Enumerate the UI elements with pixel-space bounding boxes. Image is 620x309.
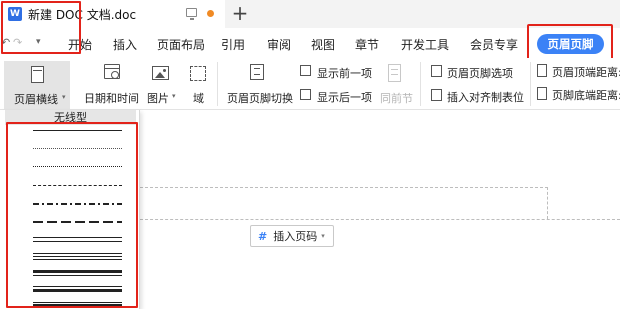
monitor-icon[interactable]: [186, 8, 197, 20]
chevron-down-icon: ▾: [321, 232, 325, 240]
insert-align-tab-label: 插入对齐制表位: [447, 91, 524, 104]
tab-review[interactable]: 审阅: [267, 36, 291, 53]
insert-page-number-label: 插入页码: [273, 230, 318, 243]
header-footer-options-label: 页眉页脚选项: [447, 67, 513, 80]
header-area-border: [140, 187, 548, 188]
tab-insert[interactable]: 插入: [113, 36, 137, 53]
ribbon-divider: [420, 62, 421, 106]
tab-references[interactable]: 引用: [221, 36, 245, 53]
unsaved-indicator: [207, 10, 214, 17]
header-rule-button[interactable]: 页眉横线 ▾: [4, 61, 70, 109]
header-area-border: [140, 219, 620, 220]
same-as-previous-icon: [388, 64, 401, 82]
insert-page-number-button[interactable]: # 插入页码 ▾: [250, 225, 334, 247]
line-style-list-highlight: [6, 122, 138, 308]
header-rule-button-highlight: [1, 1, 81, 54]
ribbon-divider: [217, 62, 218, 106]
show-previous-label: 显示前一项: [317, 67, 372, 80]
switch-header-footer-label: 页眉页脚切换: [227, 92, 293, 105]
page-number-icon: #: [258, 229, 268, 243]
header-area-border: [547, 187, 548, 219]
header-rule-dropdown: 无线型: [0, 110, 140, 309]
footer-bottom-distance-icon: [537, 87, 547, 100]
same-as-previous-label: 同前节: [380, 92, 413, 105]
insert-align-tab-icon: [431, 89, 442, 101]
header-top-distance-icon: [537, 64, 547, 77]
picture-label: 图片: [147, 92, 169, 105]
footer-bottom-distance-label: 页脚底端距离:: [552, 89, 620, 102]
ribbon: 页眉横线 ▾ 日期和时间 图片 ▾ 域 页眉页脚切换 显示前一项 显示后一项 同…: [0, 58, 620, 110]
show-next-label: 显示后一项: [317, 91, 372, 104]
header-footer-tab-highlight: [527, 24, 613, 60]
header-footer-options-icon: [431, 65, 442, 77]
tab-page-layout[interactable]: 页面布局: [157, 36, 205, 53]
ribbon-divider: [530, 62, 531, 106]
tab-developer[interactable]: 开发工具: [401, 36, 449, 53]
tab-view[interactable]: 视图: [311, 36, 335, 53]
show-previous-icon: [300, 65, 311, 76]
new-tab-button[interactable]: +: [230, 2, 250, 24]
chevron-down-icon: ▾: [62, 93, 66, 101]
picture-icon: [152, 66, 169, 80]
tab-member[interactable]: 会员专享: [470, 36, 518, 53]
field-label: 域: [193, 92, 204, 105]
date-time-label: 日期和时间: [84, 92, 139, 105]
header-rule-label: 页眉横线: [14, 93, 58, 106]
chevron-down-icon: ▾: [172, 92, 176, 100]
header-top-distance-label: 页眉顶端距离:: [552, 66, 620, 79]
tab-section[interactable]: 章节: [355, 36, 379, 53]
field-icon: [190, 66, 206, 81]
header-rule-icon: [31, 66, 44, 83]
calendar-clock-icon: [104, 64, 120, 79]
switch-header-footer-icon: [250, 64, 264, 80]
show-next-icon: [300, 89, 311, 100]
